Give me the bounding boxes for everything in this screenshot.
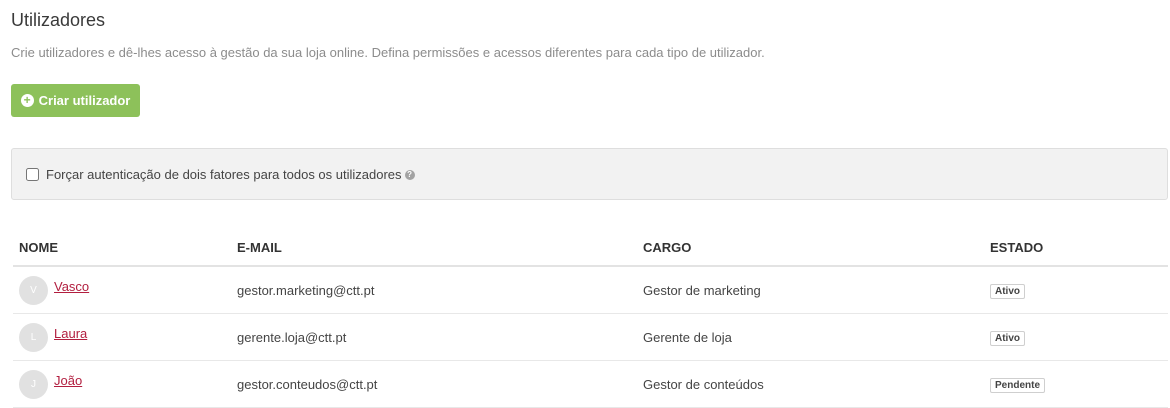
users-table: NOME E-MAIL CARGO ESTADO V Vasco gestor.… [13,229,1168,408]
table-row: V Vasco gestor.marketing@ctt.pt Gestor d… [13,266,1168,314]
status-badge: Ativo [990,283,1025,299]
table-row: J João gestor.conteudos@ctt.pt Gestor de… [13,360,1168,408]
status-cell: Ativo [984,313,1168,361]
create-user-label: Criar utilizador [38,93,131,108]
name-cell: L Laura [13,313,231,361]
status-cell: Ativo [984,266,1168,314]
two-factor-label[interactable]: Forçar autenticação de dois fatores para… [46,167,415,182]
email-cell: gestor.marketing@ctt.pt [231,266,637,314]
status-badge: Ativo [990,330,1025,346]
user-name-link[interactable]: Vasco [54,279,89,294]
column-header-role[interactable]: CARGO [637,229,984,267]
column-header-email[interactable]: E-MAIL [231,229,637,267]
role-cell: Gerente de loja [637,313,984,361]
two-factor-panel: Forçar autenticação de dois fatores para… [11,148,1168,200]
two-factor-checkbox[interactable] [26,167,39,181]
table-header-row: NOME E-MAIL CARGO ESTADO [13,229,1168,267]
name-cell: V Vasco [13,266,231,314]
avatar: J [19,369,48,399]
avatar: V [19,275,48,305]
user-name-link[interactable]: Laura [54,326,87,341]
column-header-status[interactable]: ESTADO [984,229,1168,267]
create-user-button[interactable]: + Criar utilizador [11,84,140,117]
plus-circle-icon: + [20,94,34,107]
name-cell: J João [13,360,231,408]
table-row: L Laura gerente.loja@ctt.pt Gerente de l… [13,313,1168,361]
avatar: L [19,322,48,352]
role-cell: Gestor de conteúdos [637,360,984,408]
email-cell: gestor.conteudos@ctt.pt [231,360,637,408]
role-cell: Gestor de marketing [637,266,984,314]
status-badge: Pendente [990,377,1046,393]
question-circle-icon[interactable]: ? [404,170,415,181]
status-cell: Pendente [984,360,1168,408]
email-cell: gerente.loja@ctt.pt [231,313,637,361]
page-title: Utilizadores [11,10,106,30]
page-description: Crie utilizadores e dê-lhes acesso à ges… [11,45,765,60]
user-name-link[interactable]: João [54,373,82,388]
column-header-name[interactable]: NOME [13,229,231,267]
